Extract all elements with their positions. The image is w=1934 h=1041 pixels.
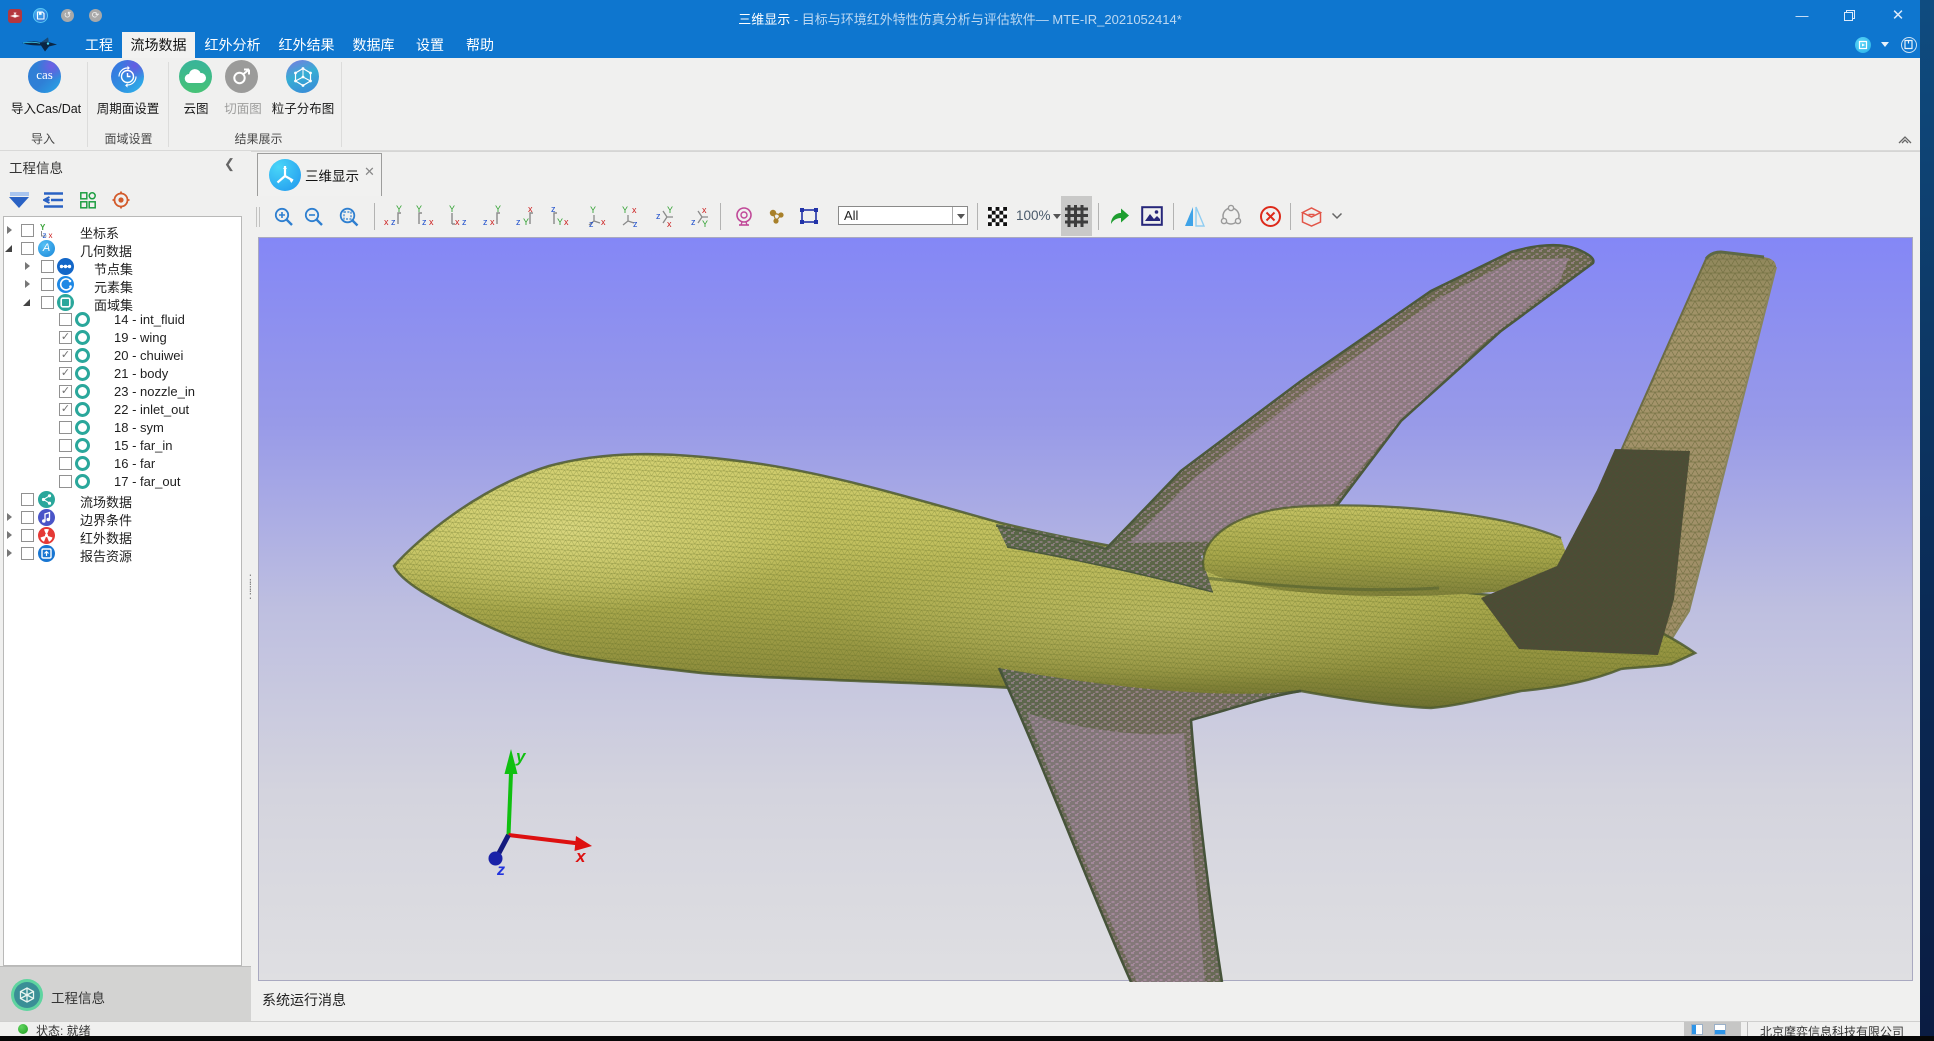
svg-text:x: x	[632, 205, 637, 215]
svg-text:Y: Y	[495, 205, 501, 214]
svg-text:Y: Y	[667, 205, 673, 215]
svg-text:z: z	[589, 219, 594, 228]
svg-text:Y: Y	[702, 219, 708, 228]
svg-text:x: x	[564, 217, 569, 227]
svg-text:z: z	[43, 231, 47, 239]
svg-text:Y: Y	[449, 205, 455, 214]
svg-text:x: x	[575, 847, 587, 866]
svg-text:z: z	[516, 217, 521, 227]
svg-text:z: z	[691, 217, 696, 227]
svg-text:z: z	[483, 217, 488, 227]
svg-text:Y: Y	[416, 205, 422, 214]
svg-text:z: z	[633, 219, 638, 228]
svg-text:Y: Y	[622, 205, 628, 215]
svg-text:Y: Y	[557, 217, 563, 227]
svg-text:Y: Y	[590, 205, 596, 215]
svg-text:z: z	[391, 217, 396, 227]
svg-text:z: z	[656, 211, 661, 221]
svg-text:x: x	[490, 217, 495, 227]
svg-text:x: x	[667, 219, 672, 228]
svg-text:x: x	[429, 217, 434, 227]
svg-text:x: x	[528, 205, 533, 214]
svg-text:z: z	[496, 862, 505, 879]
svg-text:x: x	[455, 217, 460, 227]
svg-text:z: z	[462, 217, 467, 227]
svg-text:Y: Y	[396, 205, 402, 214]
svg-text:z: z	[422, 217, 427, 227]
svg-text:z: z	[551, 205, 556, 214]
svg-text:x: x	[601, 217, 606, 227]
svg-text:x: x	[49, 231, 53, 239]
svg-text:x: x	[384, 217, 389, 227]
svg-text:x: x	[702, 205, 707, 215]
svg-text:Y: Y	[523, 217, 529, 227]
svg-text:y: y	[515, 747, 527, 766]
